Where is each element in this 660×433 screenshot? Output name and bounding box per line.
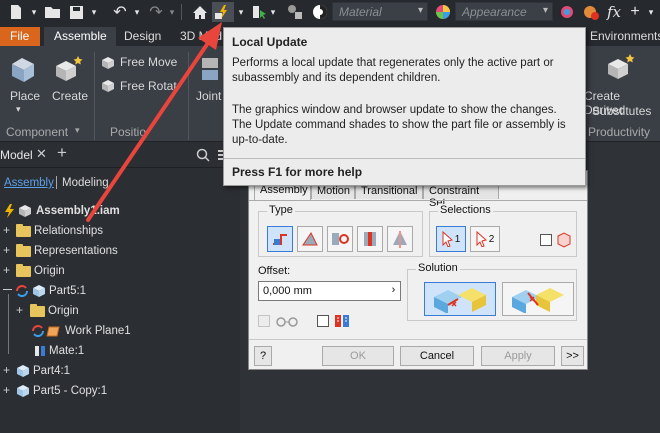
annotation-arrow <box>86 22 222 222</box>
